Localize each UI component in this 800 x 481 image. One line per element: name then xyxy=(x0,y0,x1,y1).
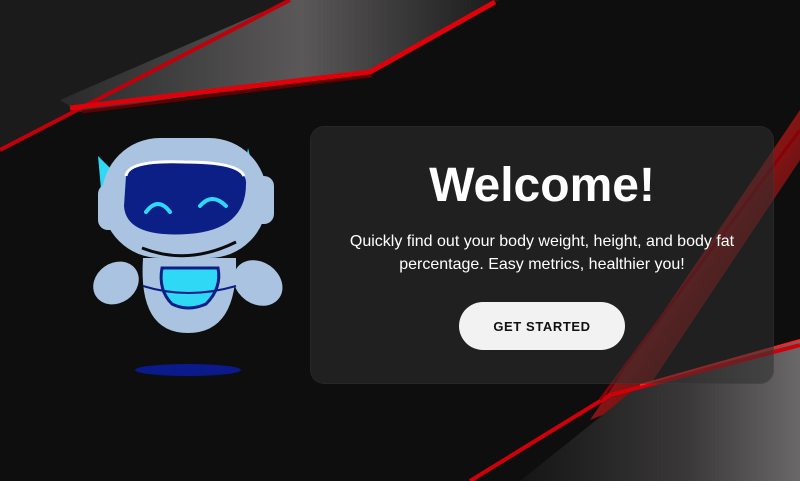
robot-mascot-icon xyxy=(93,138,283,376)
welcome-description: Quickly find out your body weight, heigh… xyxy=(349,233,735,273)
welcome-card: Welcome! Quickly find out your body weig… xyxy=(310,126,774,384)
mascot-shadow xyxy=(135,364,241,376)
page-title: Welcome! xyxy=(429,159,655,212)
get-started-button[interactable]: GET STARTED xyxy=(459,302,625,350)
left-arm xyxy=(93,261,139,305)
